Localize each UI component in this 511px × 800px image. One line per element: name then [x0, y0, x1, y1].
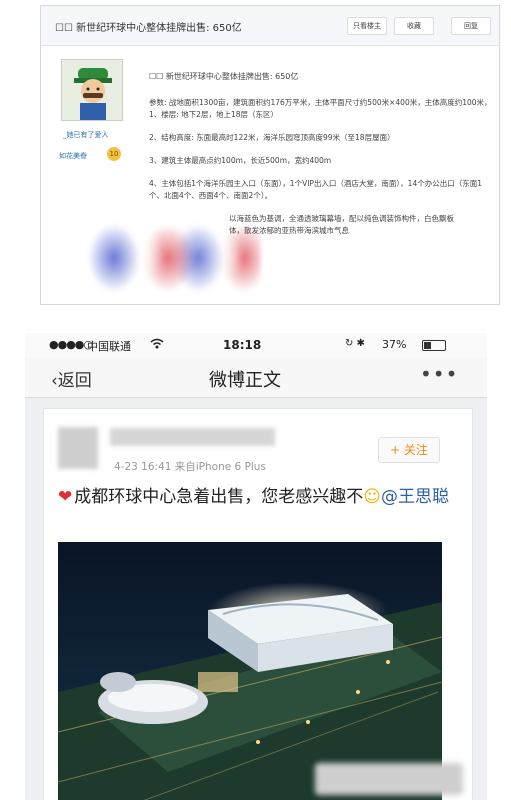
- post-paragraph: 4、主体包括1个海洋乐园主入口（东面），1个VIP出入口（酒店大堂，南面），14…: [149, 179, 482, 200]
- weibo-post-card: 4-23 16:41 来自iPhone 6 Plus + 关注 ❤ 成都环球中心急…: [43, 408, 473, 800]
- poster-name-blurred[interactable]: [110, 428, 275, 446]
- post-paragraph: 2、结构高度: 东面最高时122米，海洋乐园穹顶高度99米（至18层屋面）: [149, 133, 395, 142]
- post-text-body: 成都环球中心急着出售，您老感兴趣不: [74, 487, 364, 507]
- forum-post-panel: ☐☐ 新世纪环球中心整体挂牌出售: 650亿 只看楼主 收藏 回复 _她已有了爱…: [40, 5, 500, 305]
- rotation-bluetooth-icon: ↻ ✱: [345, 338, 365, 349]
- mention-link[interactable]: @王思聪: [381, 487, 449, 507]
- post-paragraph: 3、建筑主体最高点约100m，长近500m，宽约400m: [149, 156, 332, 165]
- follow-button[interactable]: + 关注: [378, 437, 440, 463]
- blurred-watermark: [315, 763, 463, 795]
- carrier-label: 中国联通: [87, 340, 131, 353]
- user-avatar[interactable]: [61, 59, 123, 121]
- back-button[interactable]: ‹返回: [51, 366, 92, 391]
- user-name-link[interactable]: 如花美眷: [59, 151, 87, 161]
- heart-icon: ❤: [58, 487, 73, 507]
- battery-percent: 37%: [382, 338, 407, 351]
- battery-icon: [422, 340, 446, 351]
- battery-level-fill: [424, 342, 432, 349]
- status-bar: ●●●●○ 中国联通 18:18 ↻ ✱ 37%: [25, 333, 487, 358]
- thread-title: ☐☐ 新世纪环球中心整体挂牌出售: 650亿: [55, 23, 242, 34]
- nav-bar: ‹返回 微博正文 •••: [25, 358, 487, 398]
- grin-emoji-icon: ☺: [363, 487, 381, 507]
- author-only-button[interactable]: 只看楼主: [347, 17, 387, 35]
- global-center-render-image: [58, 542, 442, 800]
- user-subtitle: _她已有了爱人: [63, 131, 109, 139]
- thread-header: ☐☐ 新世纪环球中心整体挂牌出售: 650亿 只看楼主 收藏 回复: [41, 6, 499, 46]
- wifi-icon: [150, 338, 164, 352]
- post-paragraph: 参数: 战地面积1300亩，建筑面积约176万平米，主体平面尺寸约500米×40…: [149, 98, 492, 119]
- blurred-flag-overlay: [86, 216, 261, 301]
- status-time: 18:18: [223, 338, 262, 352]
- page-title: 微博正文: [209, 370, 281, 391]
- more-menu-button[interactable]: •••: [420, 362, 458, 386]
- building-render-photo[interactable]: [58, 542, 442, 800]
- weibo-phone-screenshot: ●●●●○ 中国联通 18:18 ↻ ✱ 37% ‹返回 微博正文 ••• 4-…: [25, 333, 487, 800]
- post-text: ❤ 成都环球中心急着出售，您老感兴趣不☺@王思聪: [58, 483, 468, 512]
- post-heading: ☐☐ 新世纪环球中心整体挂牌出售: 650亿: [149, 72, 299, 81]
- favorite-button[interactable]: 收藏: [394, 17, 434, 35]
- reply-button[interactable]: 回复: [451, 17, 491, 35]
- post-meta: 4-23 16:41 来自iPhone 6 Plus: [114, 461, 266, 473]
- user-level-badge: 10: [107, 147, 121, 161]
- signal-icon: ●●●●○: [49, 338, 93, 351]
- poster-avatar[interactable]: [58, 427, 98, 469]
- cartoon-avatar-icon: [62, 60, 122, 120]
